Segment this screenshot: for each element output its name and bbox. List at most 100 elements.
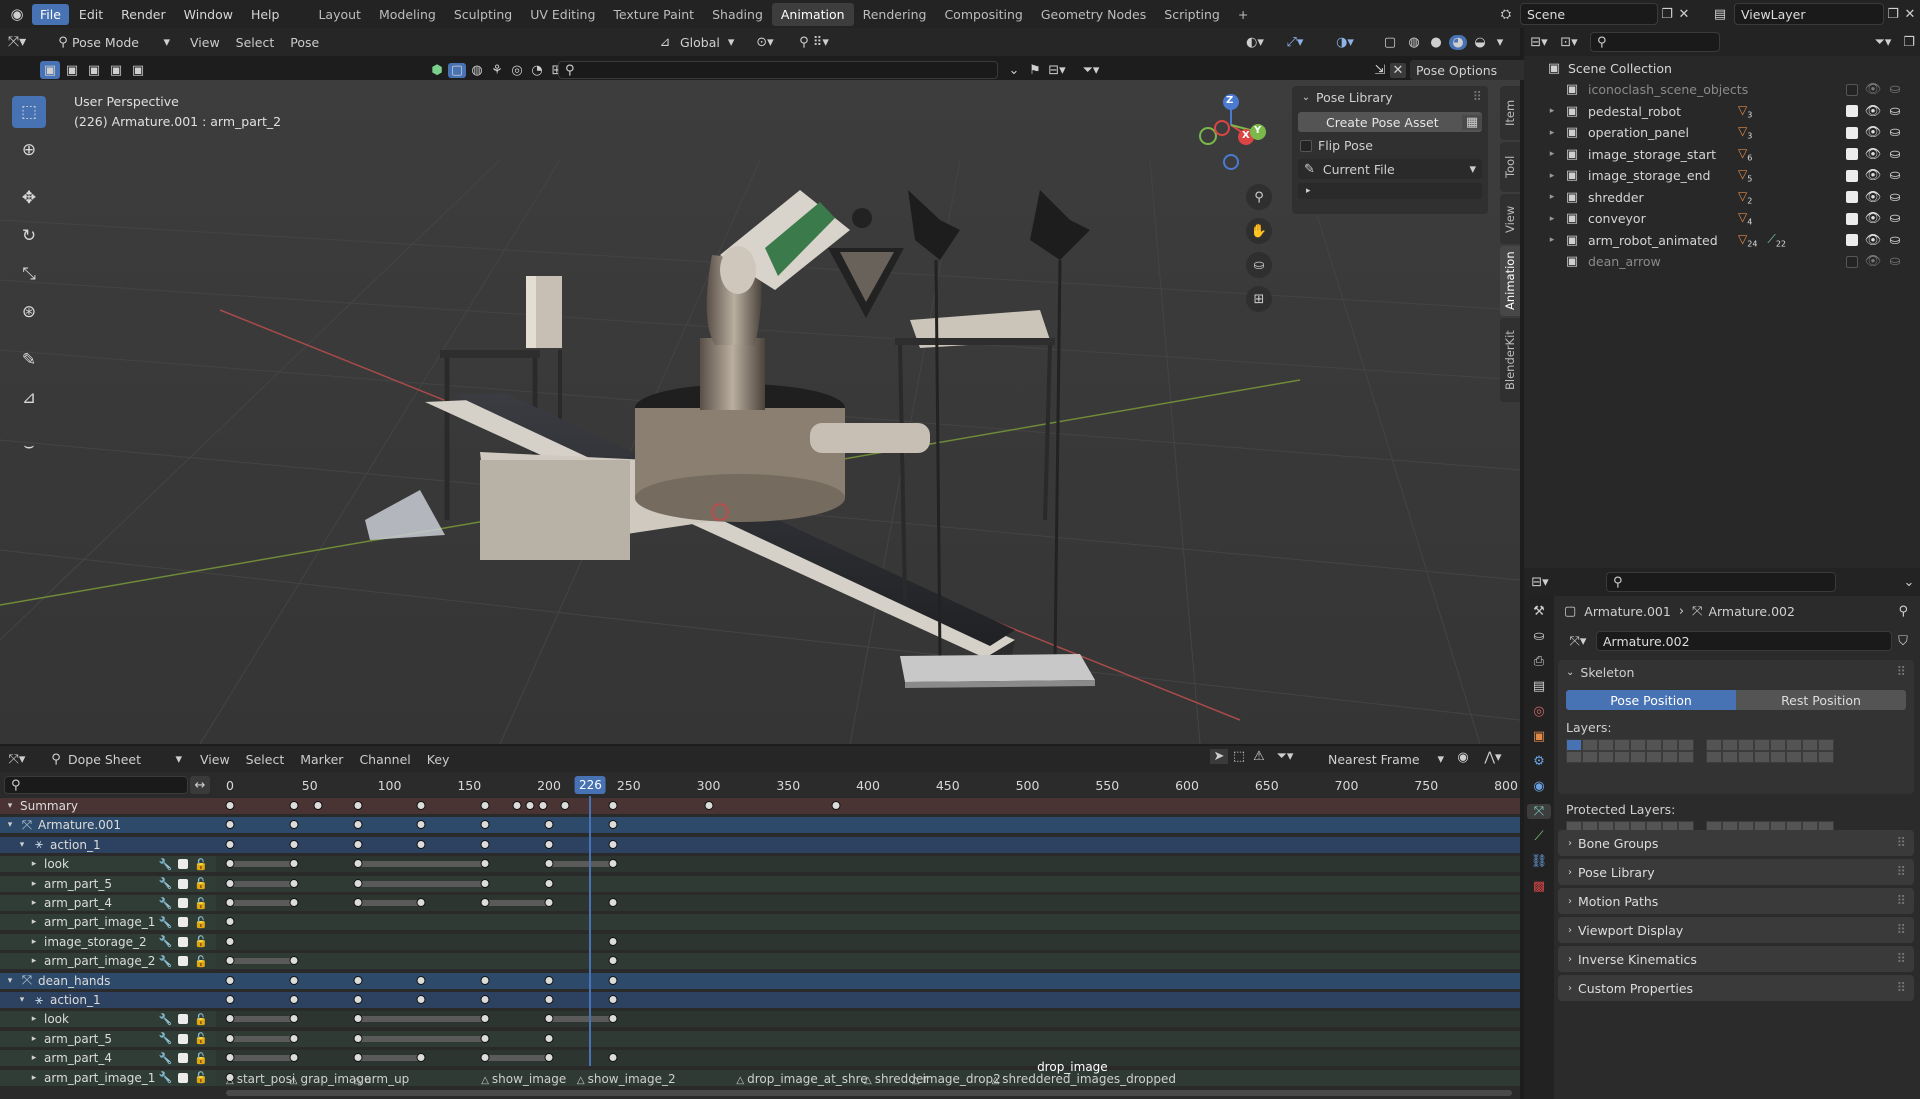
select-subtract-icon[interactable]: ▣ — [84, 61, 104, 79]
layer-cell[interactable] — [1582, 751, 1598, 763]
camera-icon[interactable]: ⛀ — [1246, 252, 1272, 278]
keyframe[interactable] — [225, 1014, 235, 1024]
camera-render-icon[interactable]: ⛀ — [1888, 147, 1902, 162]
wrench-icon[interactable]: 🔧 — [159, 916, 173, 929]
keyframe[interactable] — [225, 801, 235, 810]
move-tool[interactable]: ✥ — [12, 182, 46, 214]
keyframe[interactable] — [560, 801, 570, 810]
world-filter-icon[interactable]: ◎ — [508, 63, 526, 78]
lock-icon[interactable]: 🔓 — [194, 1071, 208, 1084]
pan-hand-icon[interactable]: ✋ — [1246, 218, 1272, 244]
keyframe[interactable] — [289, 898, 299, 907]
dopesheet-menu-key[interactable]: Key — [419, 750, 458, 769]
lock-icon[interactable]: 🔓 — [194, 955, 208, 968]
texture-tab-icon[interactable]: ▩ — [1533, 879, 1545, 894]
editor-type-icon[interactable]: ⤧▾ — [0, 752, 34, 767]
wrench-icon[interactable]: 🔧 — [159, 1071, 173, 1084]
keyframe[interactable] — [544, 820, 554, 830]
layer-cell[interactable] — [1706, 751, 1722, 763]
layer-cell[interactable] — [1738, 739, 1754, 751]
keyframe[interactable] — [525, 801, 535, 810]
chevron-right-icon[interactable]: ▸ — [28, 937, 40, 947]
eye-icon[interactable]: 👁 — [1865, 190, 1882, 205]
wrench-icon[interactable]: 🔧 — [159, 935, 173, 948]
chevron-down-icon[interactable]: ⌄ — [1898, 575, 1920, 590]
layer-cell[interactable] — [1738, 751, 1754, 763]
layer-cell[interactable] — [1582, 739, 1598, 751]
mute-checkbox[interactable] — [178, 917, 189, 928]
chevron-right-icon[interactable]: ▸ — [28, 1053, 40, 1063]
keyframe[interactable] — [353, 820, 363, 830]
all-assets-icon[interactable]: ⬢ — [428, 63, 446, 78]
overlay-icon[interactable]: ◑▾ — [1330, 35, 1360, 50]
chevron-right-icon[interactable]: ▸ — [28, 898, 40, 908]
visibility-icon[interactable]: ◐▾ — [1240, 35, 1270, 50]
blender-logo-icon[interactable]: ◉ — [4, 5, 30, 23]
keyframe[interactable] — [416, 898, 426, 907]
physics-tab-icon[interactable]: ◉ — [1533, 779, 1544, 794]
exclude-checkbox[interactable] — [1846, 255, 1858, 268]
keyframe[interactable] — [544, 1014, 554, 1024]
keyframe[interactable] — [608, 1014, 618, 1024]
dopesheet-menu-select[interactable]: Select — [238, 750, 293, 769]
armature-datablock[interactable]: ⤧▾ Armature.002 ⛉ — [1564, 630, 1914, 652]
modifier-tab-icon[interactable]: ⚙ — [1533, 754, 1545, 769]
frame-ruler[interactable]: 0 50 100 150 200 250 300 350 400 450 500 550 600 650 7… — [216, 774, 1520, 796]
keyframe[interactable] — [353, 975, 363, 985]
exclude-checkbox[interactable] — [1846, 191, 1858, 203]
close-icon[interactable]: ✕ — [1390, 62, 1406, 78]
channel-action[interactable]: ▾ ⚹ action_1 — [0, 992, 216, 1008]
wrench-icon[interactable]: 🔧 — [159, 1013, 173, 1026]
chevron-right-icon[interactable]: ▸ — [28, 956, 40, 966]
menu-render[interactable]: Render — [113, 4, 174, 25]
expand-row[interactable]: ▸ — [1298, 183, 1482, 199]
dopesheet-menu-view[interactable]: View — [192, 750, 238, 769]
grid-perspective-icon[interactable]: ⊞ — [1246, 286, 1272, 312]
keyframe[interactable] — [225, 975, 235, 985]
camera-render-icon[interactable]: ⛀ — [1888, 104, 1902, 119]
chevron-right-icon[interactable]: ▸ — [1546, 106, 1558, 116]
keyframe[interactable] — [480, 1053, 490, 1063]
workspace-tab-geometry-nodes[interactable]: Geometry Nodes — [1032, 3, 1155, 26]
tab-item[interactable]: Item — [1500, 86, 1520, 140]
keyframe[interactable] — [608, 936, 618, 946]
keyframe[interactable] — [353, 859, 363, 869]
wrench-icon[interactable]: 🔧 — [159, 877, 173, 890]
keyframe[interactable] — [544, 975, 554, 985]
layer-cell[interactable] — [1786, 739, 1802, 751]
channel-group[interactable]: ▸ arm_part_5 🔧 🔓 — [0, 875, 216, 892]
display-icon[interactable]: ⌄ — [1004, 63, 1024, 78]
eye-icon[interactable]: 👁 — [1865, 82, 1882, 97]
editor-type-icon[interactable]: ⤧▾ — [0, 34, 34, 50]
keyframe[interactable] — [608, 820, 618, 830]
chevron-right-icon[interactable]: ▸ — [1546, 171, 1558, 181]
chevron-right-icon[interactable]: ▸ — [28, 1073, 40, 1083]
outliner-row[interactable]: ▸ ▣ image_storage_start ▽6 👁 ⛀ — [1524, 144, 1914, 165]
tab-blenderkit[interactable]: BlenderKit — [1500, 318, 1520, 402]
cursor-tool[interactable]: ⊕ — [12, 134, 46, 166]
chevron-down-icon[interactable]: ▾ — [4, 801, 16, 811]
keyframe[interactable] — [544, 898, 554, 907]
outliner-row[interactable]: ▸▣iconoclash_scene_objects👁⛀ — [1524, 79, 1914, 100]
eye-icon[interactable]: 👁 — [1865, 104, 1882, 119]
scene-field[interactable]: Scene — [1520, 3, 1658, 25]
outliner-scene-collection[interactable]: ▣ Scene Collection — [1524, 58, 1914, 79]
keyframe[interactable] — [480, 820, 490, 830]
timeline-marker[interactable]: △ show_image — [481, 1072, 566, 1086]
keyframe[interactable] — [225, 917, 235, 927]
new-scene-icon[interactable]: ❐ — [1658, 7, 1676, 22]
tab-tool[interactable]: Tool — [1500, 142, 1520, 192]
select-intersect-icon[interactable]: ▣ — [128, 61, 148, 79]
mute-checkbox[interactable] — [178, 936, 189, 947]
layer-cell[interactable] — [1630, 739, 1646, 751]
panel-custom-properties[interactable]: › Custom Properties ⠿ — [1558, 975, 1914, 1001]
channel-group[interactable]: ▸ arm_part_image_2 🔧 🔓 — [0, 953, 216, 970]
keyframe[interactable] — [480, 975, 490, 985]
workspace-tab-shading[interactable]: Shading — [703, 3, 772, 26]
proportional-edit-icon[interactable]: ◉ — [1454, 750, 1472, 765]
drag-handle-icon[interactable]: ⠿ — [1896, 836, 1906, 851]
tool-tab-icon[interactable]: ⚒ — [1533, 604, 1545, 619]
keyframe[interactable] — [544, 995, 554, 1004]
layer-cell[interactable] — [1598, 751, 1614, 763]
mute-checkbox[interactable] — [178, 1072, 189, 1083]
